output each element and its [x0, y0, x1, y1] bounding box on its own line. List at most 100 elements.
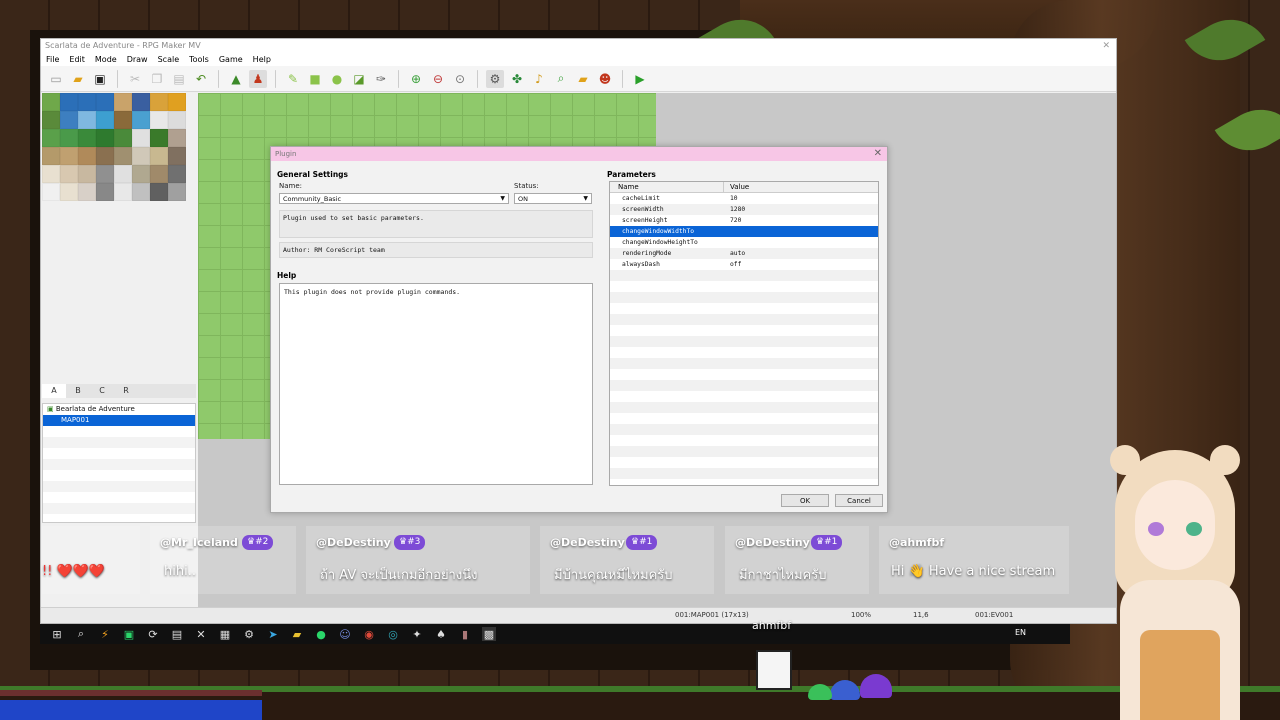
ellipse-icon[interactable]: ●: [328, 70, 346, 88]
parameter-row-selected[interactable]: changeWindowWidthTo: [610, 226, 878, 237]
tileset-tile[interactable]: [96, 93, 114, 111]
tileset-tile[interactable]: [78, 129, 96, 147]
tileset-tile[interactable]: [60, 93, 78, 111]
tileset-tile[interactable]: [42, 129, 60, 147]
tileset-tile[interactable]: [132, 93, 150, 111]
app-icon[interactable]: ✦: [410, 627, 424, 641]
close-icon[interactable]: ✕: [1102, 39, 1110, 53]
menu-scale[interactable]: Scale: [158, 53, 180, 66]
tileset-tile[interactable]: [96, 147, 114, 165]
tileset-tile[interactable]: [168, 147, 186, 165]
tileset-tile[interactable]: [42, 93, 60, 111]
tileset-tile[interactable]: [114, 147, 132, 165]
search-icon[interactable]: ⌕: [74, 627, 88, 641]
tileset-tile[interactable]: [42, 165, 60, 183]
menu-edit[interactable]: Edit: [69, 53, 85, 66]
rectangle-icon[interactable]: ■: [306, 70, 324, 88]
tileset-tile[interactable]: [42, 147, 60, 165]
tileset-tile[interactable]: [42, 183, 60, 201]
menu-game[interactable]: Game: [219, 53, 243, 66]
windows-start-icon[interactable]: ⊞: [50, 627, 64, 641]
tab-tileset-a[interactable]: A: [42, 384, 66, 398]
tileset-tile[interactable]: [114, 165, 132, 183]
tileset-tile[interactable]: [150, 183, 168, 201]
parameter-row[interactable]: screenWidth 1280: [610, 204, 878, 215]
playtest-icon[interactable]: ▶: [631, 70, 649, 88]
ok-button[interactable]: OK: [781, 494, 829, 507]
tileset-tile[interactable]: [60, 111, 78, 129]
tileset-tile[interactable]: [78, 93, 96, 111]
shadow-pen-icon[interactable]: ✑: [372, 70, 390, 88]
app-icon[interactable]: ⟳: [146, 627, 160, 641]
menu-mode[interactable]: Mode: [95, 53, 117, 66]
app-icon[interactable]: ◎: [386, 627, 400, 641]
tileset-tile[interactable]: [150, 129, 168, 147]
sound-test-icon[interactable]: ♪: [530, 70, 548, 88]
discord-icon[interactable]: ☺: [338, 627, 352, 641]
tileset-tile[interactable]: [132, 165, 150, 183]
tileset-tile[interactable]: [150, 147, 168, 165]
tileset-tile[interactable]: [114, 183, 132, 201]
open-project-icon[interactable]: ▰: [69, 70, 87, 88]
tileset-tile[interactable]: [60, 165, 78, 183]
column-header-value[interactable]: Value: [724, 182, 749, 192]
menu-draw[interactable]: Draw: [127, 53, 148, 66]
tileset-tile[interactable]: [96, 111, 114, 129]
pencil-icon[interactable]: ✎: [284, 70, 302, 88]
map-tree-project[interactable]: ▣ Bearlata de Adventure: [43, 404, 195, 415]
close-icon[interactable]: ✕: [874, 147, 882, 161]
tileset-tile[interactable]: [150, 165, 168, 183]
character-generator-icon[interactable]: ☻: [596, 70, 614, 88]
tileset-tile[interactable]: [60, 129, 78, 147]
file-explorer-icon[interactable]: ▰: [290, 627, 304, 641]
plugin-name-select[interactable]: Community_Basic ▼: [279, 193, 509, 204]
tileset-tile[interactable]: [150, 93, 168, 111]
new-project-icon[interactable]: ▭: [47, 70, 65, 88]
plugin-manager-icon[interactable]: ✤: [508, 70, 526, 88]
parameter-row[interactable]: changeWindowHeightTo: [610, 237, 878, 248]
menu-file[interactable]: File: [46, 53, 59, 66]
app-icon[interactable]: ✕: [194, 627, 208, 641]
paste-icon[interactable]: ▤: [170, 70, 188, 88]
cut-icon[interactable]: ✂: [126, 70, 144, 88]
tileset-tile[interactable]: [114, 129, 132, 147]
chrome-icon[interactable]: ◉: [362, 627, 376, 641]
menu-help[interactable]: Help: [253, 53, 271, 66]
tileset-tile[interactable]: [78, 183, 96, 201]
tileset-tile[interactable]: [42, 111, 60, 129]
app-icon[interactable]: ⚡: [98, 627, 112, 641]
rpg-maker-taskbar-icon[interactable]: ▩: [482, 627, 496, 641]
database-icon[interactable]: ⚙: [486, 69, 504, 88]
plugin-status-select[interactable]: ON ▼: [514, 193, 592, 204]
tileset-tile[interactable]: [150, 111, 168, 129]
resource-manager-icon[interactable]: ▰: [574, 70, 592, 88]
parameter-row[interactable]: alwaysDash off: [610, 259, 878, 270]
tileset-tile[interactable]: [96, 183, 114, 201]
tileset-tile[interactable]: [132, 147, 150, 165]
parameter-row[interactable]: renderingMode auto: [610, 248, 878, 259]
tileset-tile[interactable]: [132, 183, 150, 201]
actual-size-icon[interactable]: ⊙: [451, 70, 469, 88]
app-icon[interactable]: ▣: [122, 627, 136, 641]
tileset-tile[interactable]: [168, 165, 186, 183]
tab-tileset-b[interactable]: B: [66, 384, 90, 398]
tab-tileset-c[interactable]: C: [90, 384, 114, 398]
parameter-row[interactable]: cacheLimit 10: [610, 193, 878, 204]
tileset-tile[interactable]: [78, 147, 96, 165]
tileset-tile[interactable]: [168, 183, 186, 201]
app-icon[interactable]: ▮: [458, 627, 472, 641]
tileset-tile[interactable]: [168, 111, 186, 129]
steam-icon[interactable]: ⚙: [242, 627, 256, 641]
copy-icon[interactable]: ❐: [148, 70, 166, 88]
map-mode-icon[interactable]: ▲: [227, 70, 245, 88]
tileset-tile[interactable]: [132, 129, 150, 147]
app-icon[interactable]: ♠: [434, 627, 448, 641]
save-project-icon[interactable]: ▣: [91, 70, 109, 88]
tileset-tile[interactable]: [114, 111, 132, 129]
undo-icon[interactable]: ↶: [192, 70, 210, 88]
flood-fill-icon[interactable]: ◪: [350, 70, 368, 88]
app-icon[interactable]: ▦: [218, 627, 232, 641]
tileset-tile[interactable]: [60, 183, 78, 201]
event-searcher-icon[interactable]: ⌕: [552, 70, 570, 88]
tileset-tile[interactable]: [96, 165, 114, 183]
